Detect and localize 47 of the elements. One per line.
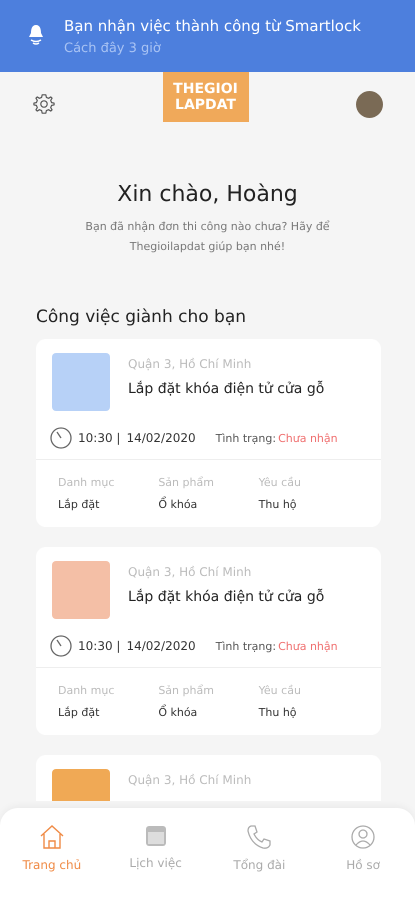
detail-value: Lắp đặt xyxy=(58,498,100,511)
greeting-title: Xin chào, Hoàng xyxy=(116,182,299,207)
profile-icon xyxy=(350,824,376,850)
job-location: Quận 3, Hồ Chí Minh xyxy=(128,357,252,371)
detail-value: Thu hộ xyxy=(258,706,298,719)
job-title: Lắp đặt khóa điện tử cửa gỗ xyxy=(128,381,324,397)
home-icon xyxy=(38,824,65,850)
calendar-icon xyxy=(144,824,168,848)
detail-label: Yêu cầu xyxy=(258,684,302,697)
settings-icon[interactable] xyxy=(33,93,55,115)
job-location: Quận 3, Hồ Chí Minh xyxy=(128,565,252,579)
detail-value: Ổ khóa xyxy=(158,498,198,511)
job-status: Chưa nhận xyxy=(278,640,338,652)
nav-tab[interactable]: Trang chủ xyxy=(0,824,104,900)
phone-icon xyxy=(246,824,272,850)
nav-tab[interactable]: Hồ sơ xyxy=(311,824,415,900)
clock-icon xyxy=(50,427,72,449)
detail-label: Sản phẩm xyxy=(158,684,215,697)
job-status-label: Tình trạng: xyxy=(216,432,276,444)
section-title: Công việc giành cho bạn xyxy=(36,307,248,327)
nav-tab[interactable]: Lịch việc xyxy=(104,824,208,900)
detail-label: Sản phẩm xyxy=(158,476,215,489)
logo: THEGIOI LAPDAT xyxy=(162,72,248,122)
notification-title: Bạn nhận việc thành công từ Smartlock xyxy=(64,16,361,34)
job-title: Lắp đặt khóa điện tử cửa gỗ xyxy=(128,589,324,605)
job-time: 10:30 | xyxy=(78,431,120,445)
detail-label: Danh mục xyxy=(58,476,116,489)
job-status-label: Tình trạng: xyxy=(216,640,276,652)
job-card[interactable]: Quận 3, Hồ Chí Minh xyxy=(36,755,381,801)
detail-value: Lắp đặt xyxy=(58,706,100,719)
notification-banner[interactable]: Bạn nhận việc thành công từ Smartlock Cách đây 3 giờ xyxy=(0,0,415,72)
notification-time: Cách đây 3 giờ xyxy=(64,40,162,56)
nav-tab[interactable]: Tổng đài xyxy=(208,824,312,900)
job-date: 14/02/2020 xyxy=(126,431,196,445)
detail-value: Thu hộ xyxy=(258,498,298,511)
job-date: 14/02/2020 xyxy=(126,639,196,653)
job-card[interactable]: Quận 3, Hồ Chí Minh Lắp đặt khóa điện tử cửa gỗ 10:30 | 14/02/2020 Tình trạng: Chưa nhận Danh mục Lắp đặt Sản phẩm Ổ khóa Yêu cầu Thu hộ xyxy=(36,547,381,735)
greeting-subtitle: Bạn đã nhận đơn thi công nào chưa? Hãy để Thegioilapdat giúp bạn nhé! xyxy=(84,219,331,255)
avatar[interactable] xyxy=(356,91,383,118)
job-card[interactable]: Quận 3, Hồ Chí Minh Lắp đặt khóa điện tử cửa gỗ 10:30 | 14/02/2020 Tình trạng: Chưa nhận Danh mục Lắp đặt Sản phẩm Ổ khóa Yêu cầu Thu hộ xyxy=(36,339,381,527)
detail-label: Yêu cầu xyxy=(258,476,302,489)
job-status: Chưa nhận xyxy=(278,432,338,444)
detail-value: Ổ khóa xyxy=(158,706,198,719)
clock-icon xyxy=(50,635,72,657)
detail-label: Danh mục xyxy=(58,684,116,697)
job-time: 10:30 | xyxy=(78,639,120,653)
job-location: Quận 3, Hồ Chí Minh xyxy=(128,773,252,787)
